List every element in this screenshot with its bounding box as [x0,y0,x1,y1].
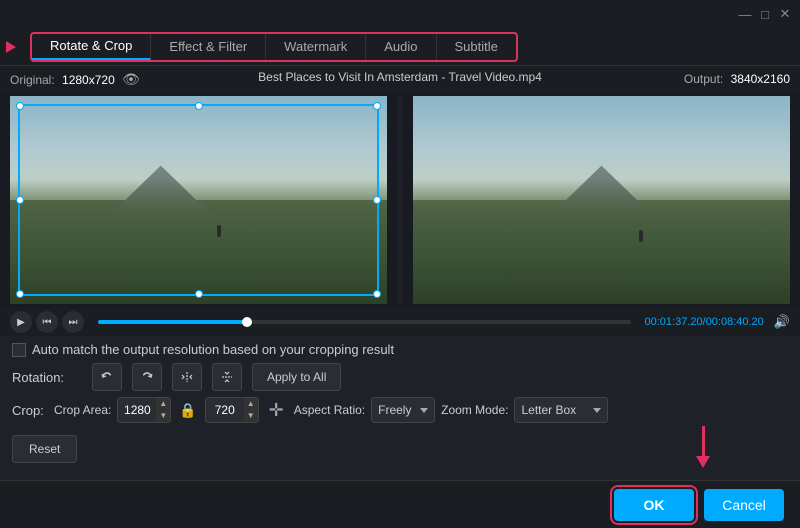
video-right [413,96,790,304]
crop-area-label: Crop Area: [54,403,111,417]
aspect-ratio-select[interactable]: Freely 16:9 4:3 1:1 [371,397,435,423]
timeline-filled [98,320,247,324]
width-up-button[interactable]: ▲ [156,398,170,410]
height-down-button[interactable]: ▼ [244,410,258,422]
tab-effect-filter[interactable]: Effect & Filter [151,34,266,60]
controls-area: Auto match the output resolution based o… [0,336,800,469]
minimize-button[interactable]: — [738,7,752,21]
tab-watermark[interactable]: Watermark [266,34,366,60]
lock-icon: 🔒 [179,402,196,419]
width-down-button[interactable]: ▼ [156,410,170,422]
crop-width-input[interactable]: 1280 ▲ ▼ [117,397,171,423]
timeline-bar: ▶ ⏮ ⏭ 00:01:37.20/00:08:40.20 🔊 [0,308,800,336]
crop-height-input[interactable]: 720 ▲ ▼ [205,397,259,423]
tab-subtitle[interactable]: Subtitle [437,34,516,60]
tabs-row: Rotate & Crop Effect & Filter Watermark … [0,28,800,66]
restore-button[interactable]: □ [758,7,772,21]
zoom-mode-label: Zoom Mode: [441,403,508,417]
video-preview-right [413,96,790,304]
rotation-label: Rotation: [12,370,82,385]
volume-icon[interactable]: 🔊 [774,314,790,330]
time-display: 00:01:37.20/00:08:40.20 [645,316,764,328]
reset-button[interactable]: Reset [12,435,77,463]
aspect-ratio-dropdown[interactable]: Freely 16:9 4:3 1:1 [378,403,412,417]
cancel-button[interactable]: Cancel [704,489,784,521]
output-info: Output: 3840x2160 [684,72,790,86]
crosshair-icon: ✛ [269,400,284,421]
auto-match-checkbox[interactable] [12,343,26,357]
auto-match-row: Auto match the output resolution based o… [12,342,788,357]
eye-icon[interactable]: 👁 [122,71,140,87]
timeline-controls: ▶ ⏮ ⏭ [10,311,84,333]
video-frames [0,92,800,308]
tab-rotate-crop[interactable]: Rotate & Crop [32,34,151,60]
rotate-right-button[interactable] [132,363,162,391]
rotation-row: Rotation: [12,363,788,391]
aspect-ratio-label: Aspect Ratio: [294,403,365,417]
video-area: Original: 1280x720 👁 Output: 3840x2160 B… [0,66,800,336]
crop-row: Crop: Crop Area: 1280 ▲ ▼ 🔒 720 ▲ ▼ ✛ As… [12,397,788,423]
video-preview-left [10,96,387,304]
flip-h-button[interactable] [172,363,202,391]
height-up-button[interactable]: ▲ [244,398,258,410]
reset-row: Reset [12,429,788,463]
flip-v-button[interactable] [212,363,242,391]
tab-audio[interactable]: Audio [366,34,436,60]
ok-arrow-indicator [696,426,710,468]
play-button[interactable]: ▶ [10,311,32,333]
zoom-chevron-icon [593,408,601,413]
auto-match-label: Auto match the output resolution based o… [32,342,394,357]
video-left [10,96,387,304]
original-info: Original: 1280x720 👁 [10,71,140,88]
title-bar: — □ ✕ [0,0,800,28]
zoom-mode-dropdown[interactable]: Letter Box Pan & Scan Full [521,403,585,417]
apply-to-all-button[interactable]: Apply to All [252,363,341,391]
close-button[interactable]: ✕ [778,7,792,21]
rotate-left-button[interactable] [92,363,122,391]
crop-width-value[interactable]: 1280 [118,403,156,417]
timeline-thumb[interactable] [242,317,252,327]
bottom-bar: OK Cancel [0,480,800,528]
crop-height-value[interactable]: 720 [206,403,244,417]
prev-frame-button[interactable]: ⏮ [36,311,58,333]
tabs-highlight: Rotate & Crop Effect & Filter Watermark … [30,32,518,62]
ok-button[interactable]: OK [614,489,694,521]
crop-height-arrows: ▲ ▼ [244,398,258,422]
video-divider [397,96,403,304]
zoom-mode-select[interactable]: Letter Box Pan & Scan Full [514,397,608,423]
aspect-chevron-icon [420,408,428,413]
next-frame-button[interactable]: ⏭ [62,311,84,333]
video-filename: Best Places to Visit In Amsterdam - Trav… [258,70,542,84]
crop-width-arrows: ▲ ▼ [156,398,170,422]
crop-label: Crop: [12,403,48,418]
timeline-track[interactable] [98,320,631,324]
